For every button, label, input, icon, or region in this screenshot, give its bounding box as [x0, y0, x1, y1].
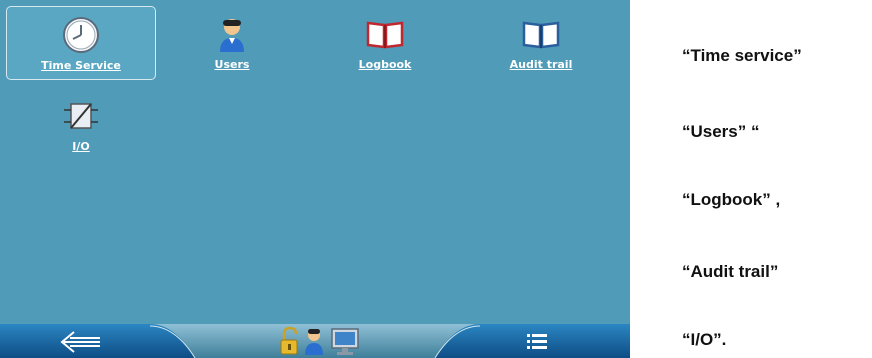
caption-audit-trail: “Audit trail”: [682, 262, 779, 281]
tile-label: I/O: [72, 140, 90, 153]
tile-label: Time Service: [41, 59, 121, 72]
user-icon: [220, 19, 244, 52]
user-icon: [305, 329, 323, 355]
main-panel: Time Service Users Logbook Audit trail I…: [0, 0, 630, 358]
back-arrow-icon[interactable]: [56, 330, 106, 354]
tile-label: Users: [214, 58, 250, 71]
unlock-icon: [280, 326, 298, 355]
tile-audit-trail[interactable]: Audit trail: [466, 6, 616, 80]
tile-time-service[interactable]: Time Service: [6, 6, 156, 80]
list-menu-icon[interactable]: [525, 332, 549, 352]
audit-trail-icon: [522, 21, 560, 49]
caption-time-service: “Time service”: [682, 46, 802, 65]
caption-io: “I/O”.: [682, 330, 727, 349]
caption-logbook: “Logbook” ,: [682, 190, 781, 209]
tile-label: Audit trail: [509, 58, 573, 71]
tile-label: Logbook: [358, 58, 412, 71]
monitor-icon: [331, 328, 359, 355]
logbook-icon: [366, 21, 404, 49]
tile-io[interactable]: I/O: [6, 88, 156, 162]
io-icon: [64, 103, 98, 129]
tile-logbook[interactable]: Logbook: [310, 6, 460, 80]
clock-icon: [63, 17, 99, 53]
caption-users: “Users” “: [682, 122, 760, 141]
tile-users[interactable]: Users: [157, 6, 307, 80]
